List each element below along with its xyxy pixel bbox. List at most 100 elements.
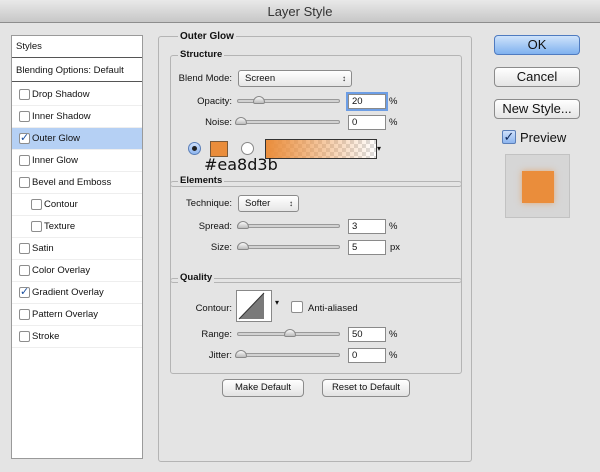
- style-item-label: Bevel and Emboss: [32, 177, 112, 188]
- style-item-label: Color Overlay: [32, 265, 91, 276]
- size-label: Size:: [210, 242, 232, 253]
- opacity-label: Opacity:: [197, 96, 232, 107]
- style-item-color-overlay[interactable]: Color Overlay: [12, 260, 142, 282]
- cancel-button[interactable]: Cancel: [494, 67, 580, 87]
- style-item-texture[interactable]: Texture: [12, 216, 142, 238]
- contour-picker[interactable]: [236, 290, 272, 322]
- range-unit: %: [389, 329, 398, 340]
- style-item-drop-shadow[interactable]: Drop Shadow: [12, 84, 142, 106]
- chevron-down-icon[interactable]: ▾: [272, 290, 282, 322]
- jitter-slider[interactable]: [237, 353, 340, 357]
- opacity-input[interactable]: 20: [348, 94, 386, 109]
- check-icon: ✓: [503, 129, 515, 144]
- contour-curve-icon: [238, 292, 265, 320]
- new-style-button[interactable]: New Style...: [494, 99, 580, 119]
- make-default-button[interactable]: Make Default: [222, 379, 304, 397]
- blending-options-item[interactable]: Blending Options: Default: [12, 60, 142, 82]
- style-item-label: Outer Glow: [32, 133, 81, 144]
- style-item-label: Gradient Overlay: [32, 287, 104, 298]
- style-item-label: Inner Glow: [32, 155, 78, 166]
- spread-unit: %: [389, 221, 398, 232]
- checkbox[interactable]: [19, 177, 30, 188]
- gradient-preview[interactable]: [265, 139, 377, 159]
- noise-label: Noise:: [205, 117, 232, 128]
- technique-label: Technique:: [186, 198, 232, 209]
- opacity-slider-handle[interactable]: [253, 96, 265, 104]
- elements-group: [170, 181, 462, 283]
- size-slider-handle[interactable]: [237, 242, 249, 250]
- jitter-label: Jitter:: [208, 350, 232, 361]
- style-item-inner-shadow[interactable]: Inner Shadow: [12, 106, 142, 128]
- chevron-down-icon[interactable]: ▾: [377, 141, 386, 157]
- spread-input[interactable]: 3: [348, 219, 386, 234]
- preview-checkbox[interactable]: ✓: [502, 130, 516, 144]
- style-item-contour[interactable]: Contour: [12, 194, 142, 216]
- spread-slider-handle[interactable]: [237, 221, 249, 229]
- quality-title: Quality: [178, 272, 215, 283]
- elements-title: Elements: [178, 175, 225, 186]
- gradient-radio[interactable]: [241, 142, 254, 155]
- checkbox[interactable]: [19, 111, 30, 122]
- checkbox-checked[interactable]: ✓: [19, 287, 30, 298]
- styles-header[interactable]: Styles: [12, 36, 142, 58]
- check-icon: ✓: [20, 132, 30, 144]
- checkbox[interactable]: [31, 199, 42, 210]
- range-slider-handle[interactable]: [284, 329, 296, 337]
- window-title: Layer Style: [267, 4, 333, 19]
- blending-options-label: Blending Options: Default: [16, 65, 124, 76]
- preview-swatch: [522, 171, 554, 203]
- structure-title: Structure: [178, 49, 225, 60]
- outer-glow-title: Outer Glow: [178, 31, 236, 42]
- style-item-label: Contour: [44, 199, 78, 210]
- chevron-updown-icon: ↕: [342, 74, 346, 83]
- size-slider[interactable]: [237, 245, 340, 249]
- range-input[interactable]: 50: [348, 327, 386, 342]
- preview-thumbnail: [505, 154, 570, 218]
- ok-button[interactable]: OK: [494, 35, 580, 55]
- opacity-unit: %: [389, 96, 398, 107]
- checkbox-checked[interactable]: ✓: [19, 133, 30, 144]
- style-item-stroke[interactable]: Stroke: [12, 326, 142, 348]
- blend-mode-value: Screen: [245, 73, 276, 84]
- style-item-bevel-emboss[interactable]: Bevel and Emboss: [12, 172, 142, 194]
- reset-to-default-button[interactable]: Reset to Default: [322, 379, 410, 397]
- noise-input[interactable]: 0: [348, 115, 386, 130]
- spread-label: Spread:: [198, 221, 232, 232]
- checkbox[interactable]: [19, 155, 30, 166]
- noise-slider[interactable]: [237, 120, 340, 124]
- size-input[interactable]: 5: [348, 240, 386, 255]
- style-item-label: Stroke: [32, 331, 60, 342]
- jitter-input[interactable]: 0: [348, 348, 386, 363]
- style-item-label: Satin: [32, 243, 54, 254]
- style-item-pattern-overlay[interactable]: Pattern Overlay: [12, 304, 142, 326]
- checkbox[interactable]: [19, 243, 30, 254]
- jitter-slider-handle[interactable]: [235, 350, 247, 358]
- titlebar: Layer Style: [0, 0, 600, 23]
- style-item-outer-glow[interactable]: ✓ Outer Glow: [12, 128, 142, 150]
- checkbox[interactable]: [31, 221, 42, 232]
- style-item-label: Drop Shadow: [32, 89, 90, 100]
- glow-color-hex: #ea8d3b: [204, 155, 278, 174]
- checkbox[interactable]: [19, 309, 30, 320]
- spread-slider[interactable]: [237, 224, 340, 228]
- anti-aliased-checkbox[interactable]: [291, 301, 303, 313]
- size-unit: px: [390, 242, 401, 253]
- anti-aliased-label: Anti-aliased: [308, 303, 358, 314]
- solid-color-radio[interactable]: [188, 142, 201, 155]
- styles-header-label: Styles: [16, 41, 42, 52]
- range-label: Range:: [201, 329, 232, 340]
- style-item-inner-glow[interactable]: Inner Glow: [12, 150, 142, 172]
- style-item-label: Texture: [44, 221, 76, 232]
- technique-select[interactable]: Softer ↕: [238, 195, 299, 212]
- noise-slider-handle[interactable]: [235, 117, 247, 125]
- technique-value: Softer: [245, 198, 271, 209]
- style-item-satin[interactable]: Satin: [12, 238, 142, 260]
- blend-mode-select[interactable]: Screen ↕: [238, 70, 352, 87]
- layer-style-dialog: Styles Blending Options: Default Drop Sh…: [0, 23, 600, 472]
- style-item-gradient-overlay[interactable]: ✓ Gradient Overlay: [12, 282, 142, 304]
- style-item-label: Inner Shadow: [32, 111, 91, 122]
- checkbox[interactable]: [19, 89, 30, 100]
- checkbox[interactable]: [19, 331, 30, 342]
- preview-label: Preview: [520, 130, 567, 145]
- checkbox[interactable]: [19, 265, 30, 276]
